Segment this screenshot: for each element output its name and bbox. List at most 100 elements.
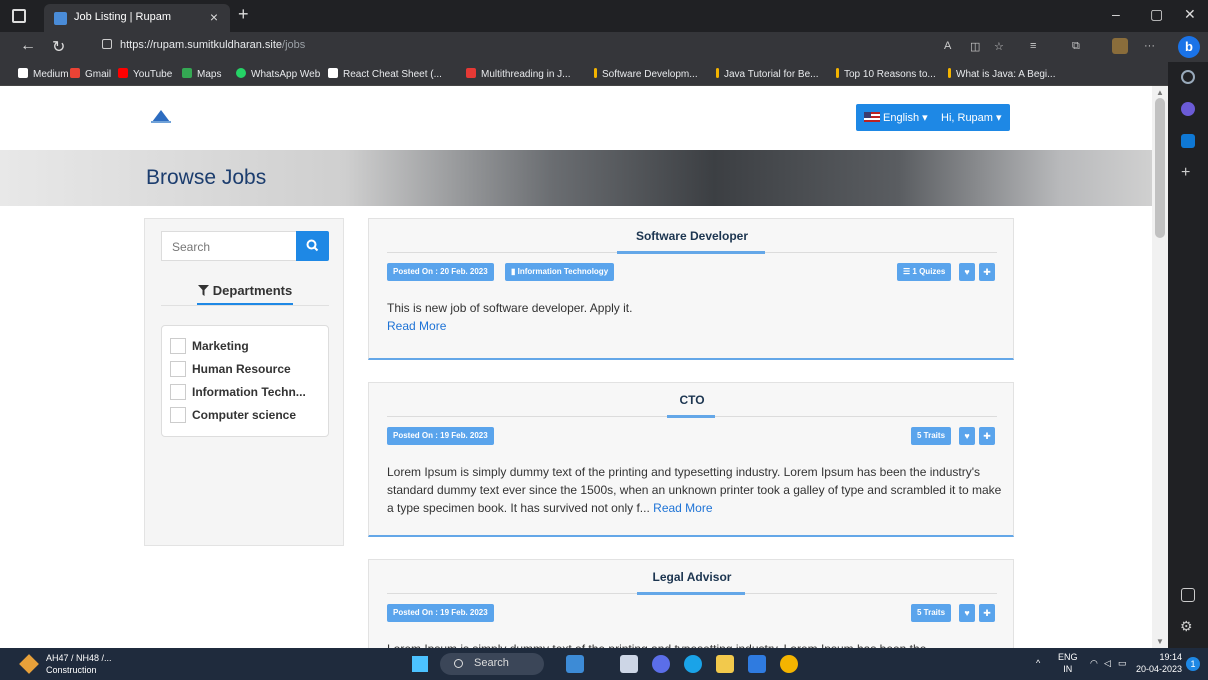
back-icon[interactable]: ← bbox=[20, 37, 36, 55]
bookmark-multithreading[interactable]: Multithreading in J... bbox=[466, 68, 571, 80]
department-marketing[interactable]: Marketing bbox=[170, 338, 249, 358]
traits-count-badge[interactable]: 5 Traits bbox=[911, 604, 952, 622]
heart-icon: ♥ bbox=[964, 267, 970, 277]
scroll-down-icon[interactable]: ▼ bbox=[1156, 637, 1164, 646]
site-logo[interactable] bbox=[150, 108, 172, 124]
new-tab-button[interactable]: + bbox=[238, 4, 249, 25]
job-title[interactable]: CTO bbox=[369, 393, 1015, 407]
apply-user-button[interactable]: ✚ bbox=[979, 263, 995, 281]
lock-icon bbox=[102, 39, 112, 49]
favorite-heart-button[interactable]: ♥ bbox=[959, 604, 975, 622]
tab-title: Job Listing | Rupam bbox=[74, 11, 172, 23]
language-indicator[interactable]: ENG IN bbox=[1058, 651, 1078, 675]
taskbar-search[interactable]: Search bbox=[440, 653, 544, 675]
apply-user-button[interactable]: ✚ bbox=[979, 604, 995, 622]
read-more-link[interactable]: Read More bbox=[653, 501, 712, 515]
job-title[interactable]: Software Developer bbox=[369, 229, 1015, 243]
tab-job-listing[interactable]: Job Listing | Rupam × bbox=[44, 4, 230, 32]
chat-icon[interactable] bbox=[652, 655, 670, 673]
page-scrollbar[interactable]: ▲ ▼ bbox=[1152, 86, 1168, 648]
chevron-up-icon[interactable]: ^ bbox=[1036, 658, 1040, 668]
tab-close-icon[interactable]: × bbox=[210, 9, 218, 25]
windows-start-icon[interactable] bbox=[412, 656, 428, 672]
outlook-icon[interactable] bbox=[1181, 134, 1195, 148]
traffic-widget[interactable]: AH47 / NH48 /... Construction bbox=[46, 652, 112, 676]
bookmark-top-10-reasons[interactable]: Top 10 Reasons to... bbox=[836, 68, 936, 80]
maps-icon bbox=[182, 68, 192, 78]
collections-icon[interactable]: ⧉ bbox=[1072, 40, 1080, 53]
scroll-up-icon[interactable]: ▲ bbox=[1156, 88, 1164, 97]
posted-date-badge: Posted On : 19 Feb. 2023 bbox=[387, 604, 494, 622]
minimize-button[interactable]: – bbox=[1112, 6, 1120, 22]
bookmark-what-is-java[interactable]: What is Java: A Begi... bbox=[948, 68, 1056, 80]
menu-icon[interactable]: ··· bbox=[1144, 40, 1155, 52]
tab-actions-icon[interactable] bbox=[12, 9, 26, 23]
departments-heading: Departments bbox=[145, 283, 345, 298]
bookmark-java-tutorial[interactable]: Java Tutorial for Be... bbox=[716, 68, 819, 80]
checkbox[interactable] bbox=[170, 338, 186, 354]
immersive-reader-icon[interactable]: ◫ bbox=[970, 40, 980, 53]
bookmark-react-cheat-sheet[interactable]: React Cheat Sheet (... bbox=[328, 68, 442, 80]
close-window-button[interactable]: ✕ bbox=[1184, 6, 1196, 23]
search-icon bbox=[454, 659, 463, 668]
language-dropdown-button[interactable]: English ▾ bbox=[856, 104, 936, 131]
file-icon[interactable] bbox=[620, 655, 638, 673]
posted-date-badge: Posted On : 19 Feb. 2023 bbox=[387, 427, 494, 445]
settings-gear-icon[interactable]: ⚙ bbox=[1180, 618, 1193, 635]
read-aloud-icon[interactable]: A bbox=[944, 40, 951, 52]
favorite-icon[interactable]: ☆ bbox=[994, 40, 1004, 53]
department-computer-science[interactable]: Computer science bbox=[170, 407, 296, 427]
favorite-heart-button[interactable]: ♥ bbox=[959, 263, 975, 281]
discover-icon[interactable] bbox=[1181, 102, 1195, 116]
bookmark-medium[interactable]: Medium bbox=[18, 68, 69, 80]
favorite-heart-button[interactable]: ♥ bbox=[959, 427, 975, 445]
bookmark-whatsapp[interactable]: WhatsApp Web bbox=[236, 68, 320, 80]
category-badge: ▮ Information Technology bbox=[505, 263, 615, 281]
search-input[interactable]: Search bbox=[161, 231, 297, 261]
checkbox[interactable] bbox=[170, 361, 186, 377]
widgets-icon[interactable] bbox=[566, 655, 584, 673]
notification-badge[interactable]: 1 bbox=[1186, 657, 1200, 671]
bookmark-gmail[interactable]: Gmail bbox=[70, 68, 111, 80]
traffic-alert-icon[interactable] bbox=[19, 654, 39, 674]
user-menu-button[interactable]: Hi, Rupam ▾ bbox=[933, 104, 1010, 131]
bookmark-youtube[interactable]: YouTube bbox=[118, 68, 172, 80]
scroll-thumb[interactable] bbox=[1155, 98, 1165, 238]
add-icon[interactable]: + bbox=[1181, 164, 1190, 182]
edge-icon[interactable] bbox=[684, 655, 702, 673]
store-icon[interactable] bbox=[748, 655, 766, 673]
chrome-icon[interactable] bbox=[780, 655, 798, 673]
job-card: Software Developer Posted On : 20 Feb. 2… bbox=[368, 218, 1014, 360]
refresh-icon[interactable]: ↻ bbox=[52, 37, 65, 57]
title-accent bbox=[637, 592, 745, 595]
file-explorer-icon[interactable] bbox=[716, 655, 734, 673]
search-button[interactable] bbox=[296, 231, 329, 261]
bing-icon[interactable]: b bbox=[1178, 36, 1200, 58]
job-title[interactable]: Legal Advisor bbox=[369, 570, 1015, 584]
read-more-link[interactable]: Read More bbox=[387, 319, 446, 333]
bookmark-software-development[interactable]: Software Developm... bbox=[594, 68, 698, 80]
address-input[interactable]: https://rupam.sumitkuldharan.site/jobs bbox=[102, 39, 305, 51]
checkbox[interactable] bbox=[170, 384, 186, 400]
department-human-resource[interactable]: Human Resource bbox=[170, 361, 291, 381]
traits-count-badge[interactable]: 5 Traits bbox=[911, 427, 952, 445]
search-icon[interactable] bbox=[1181, 70, 1195, 84]
department-information-technology[interactable]: Information Techn... bbox=[170, 384, 306, 404]
address-bar-row: ← ↻ https://rupam.sumitkuldharan.site/jo… bbox=[0, 32, 1208, 62]
sidebar-toggle-icon[interactable] bbox=[1181, 588, 1195, 602]
profile-avatar[interactable] bbox=[1112, 38, 1128, 54]
job-card: CTO Posted On : 19 Feb. 2023 5 Traits ♥ … bbox=[368, 382, 1014, 537]
clock[interactable]: 19:14 20-04-2023 bbox=[1126, 651, 1182, 675]
restore-button[interactable]: ▢ bbox=[1150, 6, 1163, 23]
favorites-bar-icon[interactable]: ≡ bbox=[1030, 40, 1036, 52]
bookmark-icon bbox=[594, 68, 597, 78]
wifi-icon[interactable]: ◠ bbox=[1090, 658, 1098, 669]
bookmark-maps[interactable]: Maps bbox=[182, 68, 221, 80]
taskbar: AH47 / NH48 /... Construction Search ^ E… bbox=[0, 648, 1208, 680]
apply-user-button[interactable]: ✚ bbox=[979, 427, 995, 445]
heart-icon: ♥ bbox=[964, 431, 970, 441]
volume-icon[interactable]: ◁ bbox=[1104, 658, 1111, 669]
checkbox[interactable] bbox=[170, 407, 186, 423]
quiz-count-badge[interactable]: ☰ 1 Quizes bbox=[897, 263, 952, 281]
bookmark-icon bbox=[716, 68, 719, 78]
